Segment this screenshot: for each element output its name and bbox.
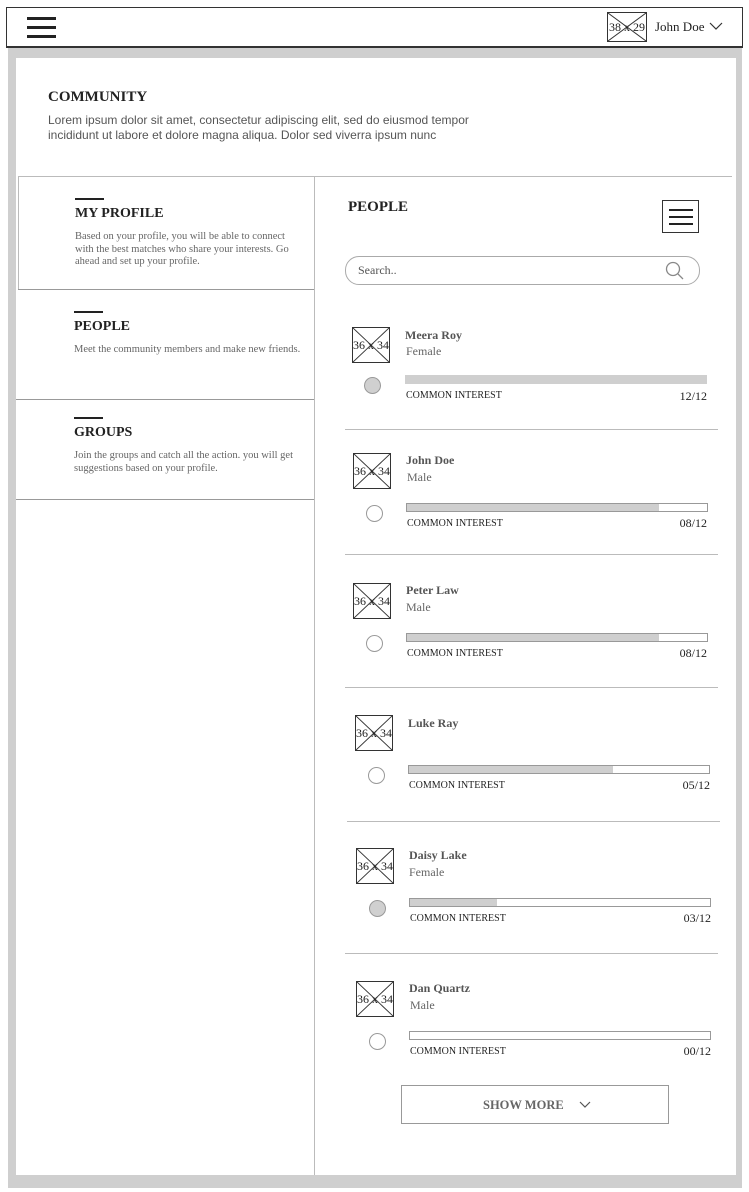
person-avatar: 36 x 34 [356,848,394,884]
interest-score: 00/12 [683,1044,711,1058]
interest-score: 08/12 [679,646,707,660]
divider [18,289,314,290]
person-avatar: 36 x 34 [353,583,391,619]
avatar-placeholder-text: 36 x 34 [357,991,393,1006]
chevron-down-icon[interactable] [709,21,723,31]
active-indicator [74,417,103,419]
person-card[interactable]: 36 x 34 Daisy Lake Female COMMON INTERES… [349,841,724,951]
divider [345,429,718,430]
interest-progress-fill [410,899,497,906]
sidebar-item-description: Based on your profile, you will be able … [75,231,289,267]
person-card[interactable]: 36 x 34 Luke Ray COMMON INTEREST 05/12 [348,708,723,818]
column-divider [314,177,315,1175]
person-name[interactable]: John Doe [406,453,454,468]
interest-progress-bar [409,898,711,907]
user-name[interactable]: John Doe [655,19,704,35]
person-avatar: 36 x 34 [356,981,394,1017]
person-avatar: 36 x 34 [352,327,390,363]
avatar-placeholder-text: 36 x 34 [353,337,389,352]
interest-progress-bar [405,375,707,384]
community-title: COMMUNITY [48,89,148,105]
search-icon[interactable] [665,261,685,281]
sidebar-item-title: PEOPLE [74,319,131,334]
divider [345,554,718,555]
sidebar-item-groups[interactable]: GROUPS Join the groups and catch all the… [74,417,309,487]
divider [16,499,314,500]
person-name[interactable]: Dan Quartz [409,981,470,996]
avatar-placeholder-text: 38 x 29 [609,19,645,34]
interest-progress-fill [409,766,613,773]
community-description: Lorem ipsum dolor sit amet, consectetur … [48,113,469,142]
divider [16,399,314,400]
divider [347,821,720,822]
interest-score: 08/12 [679,516,707,530]
interest-score: 03/12 [683,911,711,925]
sidebar-item-description: Join the groups and catch all the action… [74,450,293,474]
people-search-box [345,256,700,285]
interest-progress-fill [406,376,706,383]
select-radio[interactable] [369,1033,386,1050]
common-interest-label: COMMON INTEREST [407,518,503,529]
person-gender: Male [410,998,435,1012]
person-card[interactable]: 36 x 34 Peter Law Male COMMON INTEREST 0… [346,576,721,686]
interest-progress-bar [409,1031,711,1040]
user-avatar[interactable]: 38 x 29 [607,12,647,42]
person-card[interactable]: 36 x 34 John Doe Male COMMON INTEREST 08… [346,446,721,556]
chevron-down-icon [579,1101,591,1108]
select-radio[interactable] [366,635,383,652]
common-interest-label: COMMON INTEREST [409,780,505,791]
person-name[interactable]: Meera Roy [405,328,462,343]
active-indicator [74,311,103,313]
people-menu-button[interactable] [662,200,699,233]
sidebar-item-title: MY PROFILE [75,206,164,221]
interest-score: 12/12 [679,389,707,403]
people-title: PEOPLE [348,199,409,215]
person-name[interactable]: Luke Ray [408,716,458,731]
sidebar-item-my-profile[interactable]: MY PROFILE Based on your profile, you wi… [75,198,310,278]
common-interest-label: COMMON INTEREST [407,648,503,659]
person-gender: Male [406,600,431,614]
person-avatar: 36 x 34 [353,453,391,489]
interest-progress-fill [407,504,659,511]
active-indicator [75,198,104,200]
person-avatar: 36 x 34 [355,715,393,751]
interest-progress-bar [406,633,708,642]
person-name[interactable]: Daisy Lake [409,848,467,863]
person-gender: Female [409,865,445,879]
person-card[interactable]: 36 x 34 Meera Roy Female COMMON INTEREST… [345,320,720,430]
avatar-placeholder-text: 36 x 34 [357,858,393,873]
common-interest-label: COMMON INTEREST [410,1046,506,1057]
person-gender: Male [407,470,432,484]
show-more-button[interactable]: SHOW MORE [401,1085,669,1124]
top-bar: 38 x 29 John Doe [6,7,743,48]
avatar-placeholder-text: 36 x 34 [354,593,390,608]
search-input[interactable] [358,262,648,279]
avatar-placeholder-text: 36 x 34 [356,725,392,740]
show-more-label: SHOW MORE [483,1098,564,1112]
divider [18,176,732,177]
interest-progress-bar [406,503,708,512]
divider [345,953,718,954]
divider [345,687,718,688]
select-radio[interactable] [364,377,381,394]
select-radio[interactable] [368,767,385,784]
avatar-placeholder-text: 36 x 34 [354,463,390,478]
interest-progress-fill [407,634,659,641]
person-name[interactable]: Peter Law [406,583,459,598]
hamburger-icon[interactable] [27,17,56,39]
common-interest-label: COMMON INTEREST [406,390,502,401]
sidebar-item-description: Meet the community members and make new … [74,344,301,355]
person-card[interactable]: 36 x 34 Dan Quartz Male COMMON INTEREST … [349,974,724,1084]
divider [18,177,19,290]
sidebar-item-people[interactable]: PEOPLE Meet the community members and ma… [74,311,309,381]
interest-score: 05/12 [682,778,710,792]
person-gender: Female [406,344,442,358]
select-radio[interactable] [366,505,383,522]
sidebar-item-title: GROUPS [74,425,133,440]
select-radio[interactable] [369,900,386,917]
interest-progress-bar [408,765,710,774]
common-interest-label: COMMON INTEREST [410,913,506,924]
